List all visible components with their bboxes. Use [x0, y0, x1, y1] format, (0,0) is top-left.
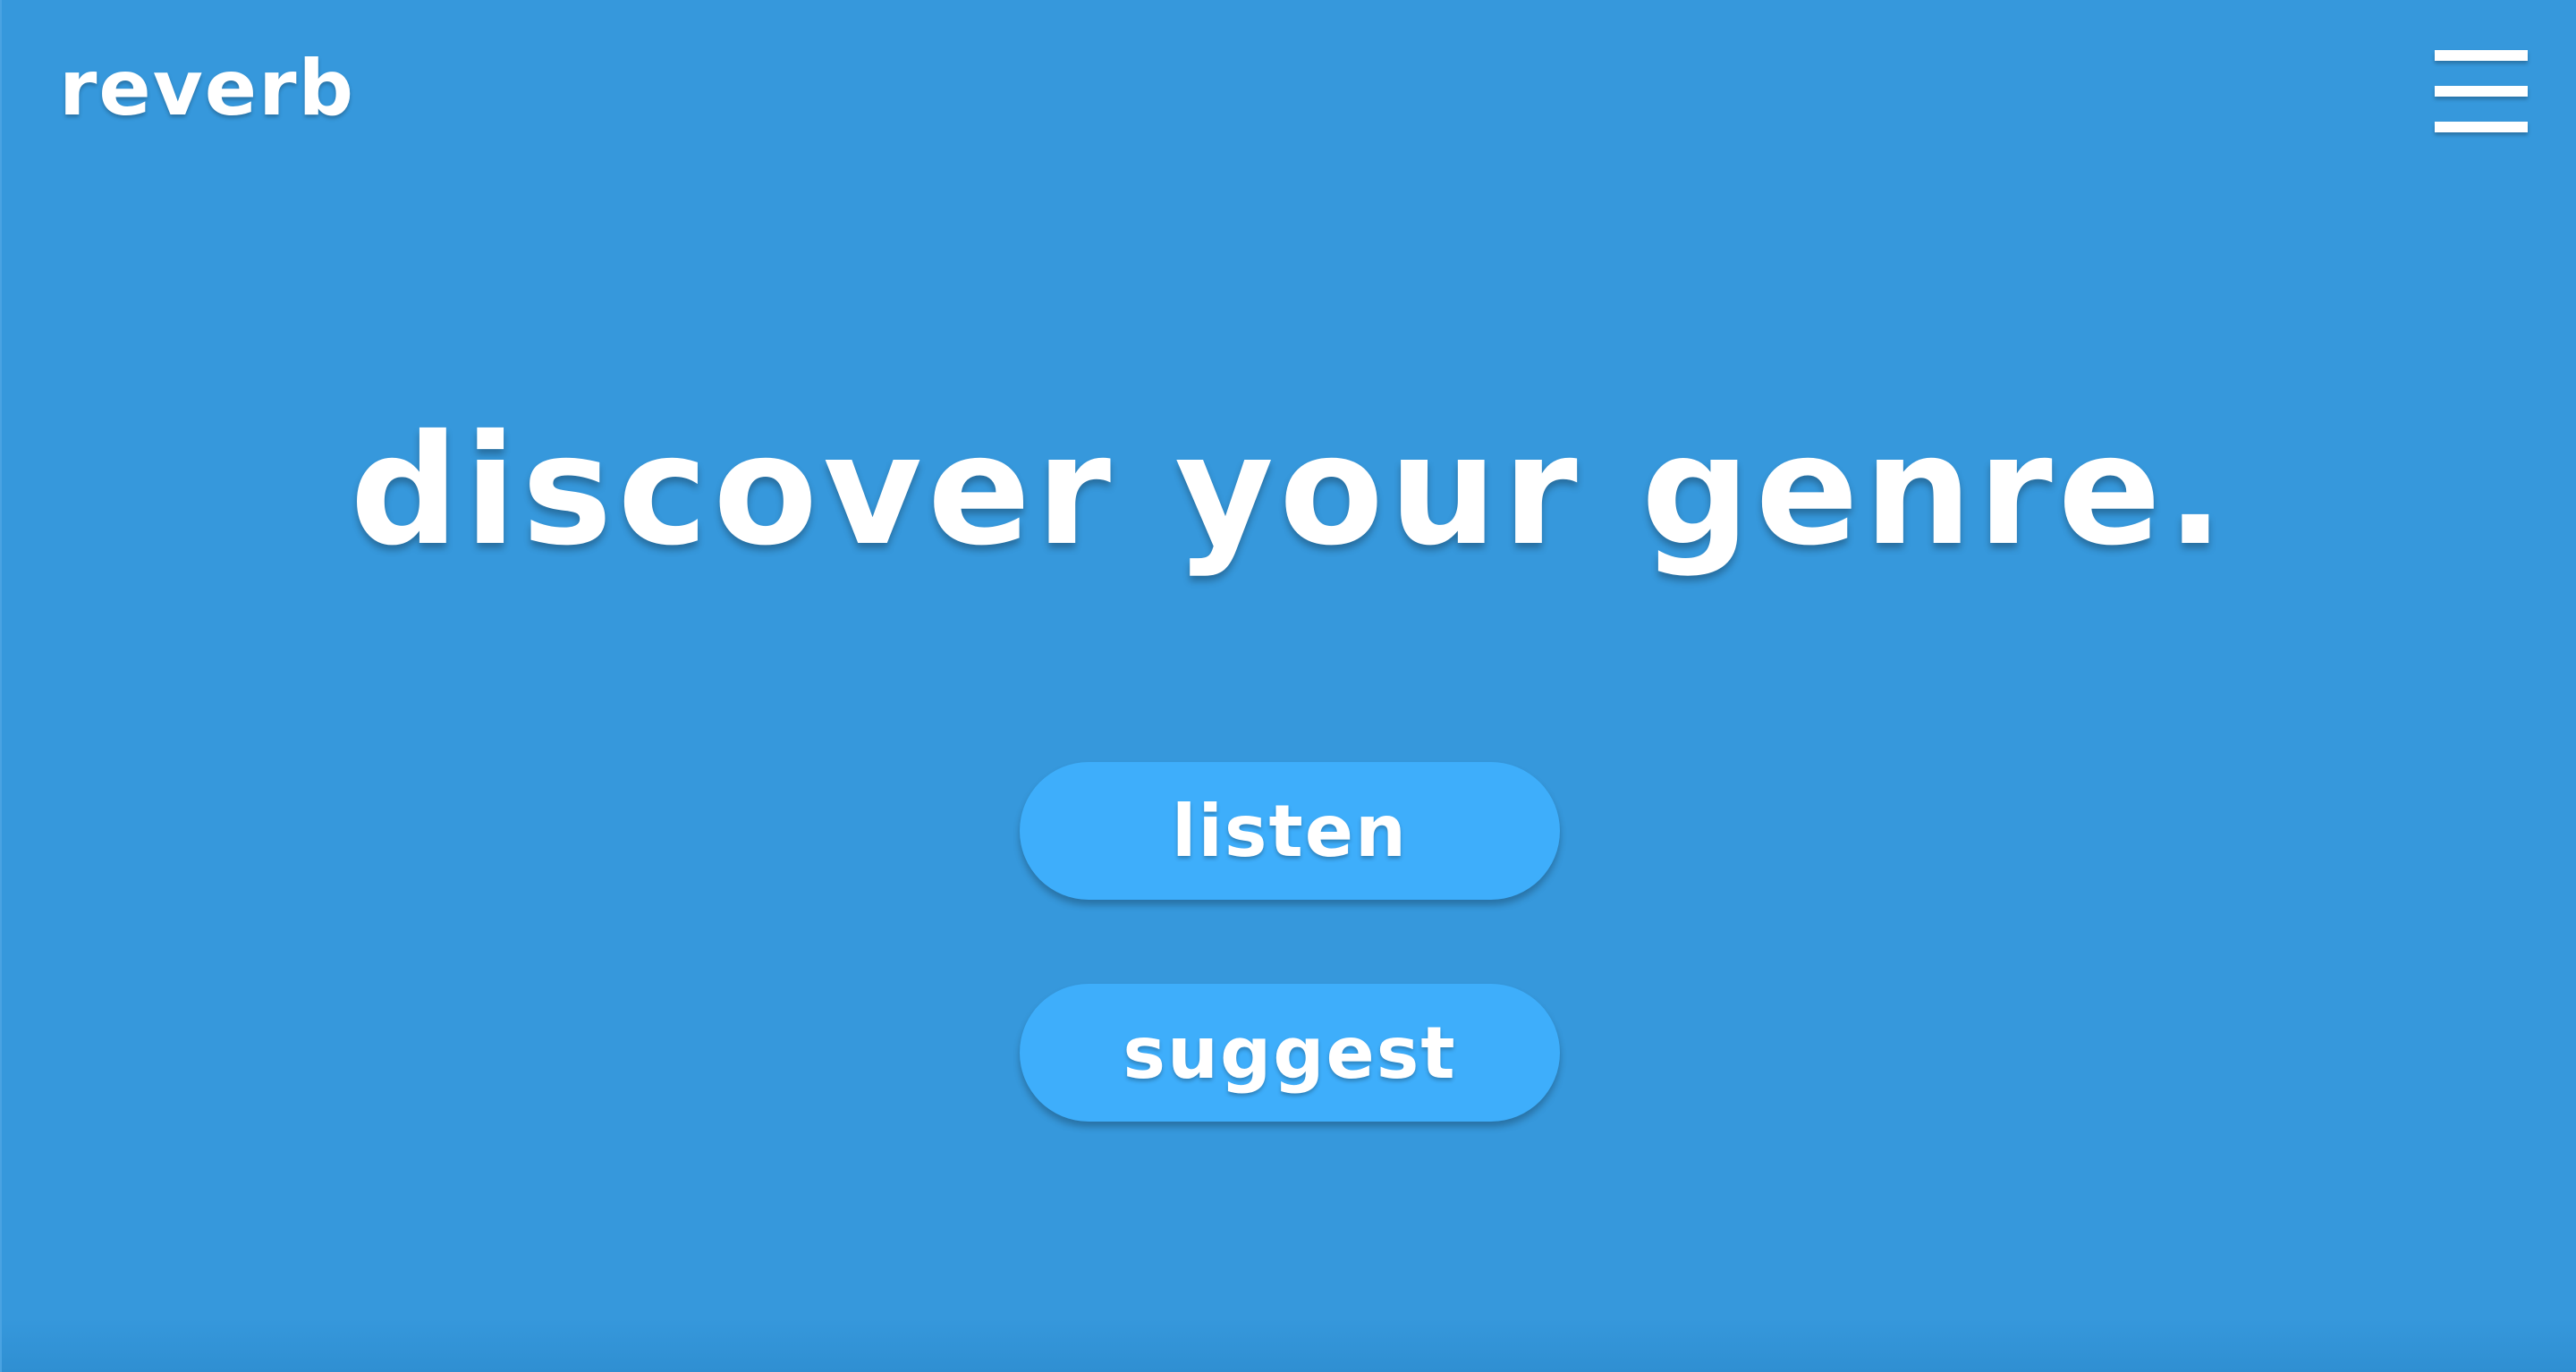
hamburger-menu-icon-bar [2435, 122, 2528, 132]
hamburger-menu-icon [2435, 50, 2528, 61]
reverb-logo[interactable]: reverb [59, 50, 355, 127]
hero-headline: discover your genre. [350, 402, 2230, 580]
hamburger-menu-icon-bar [2435, 86, 2528, 97]
landing-page: reverb discover your genre. listen sugge… [0, 0, 2576, 1372]
suggest-button[interactable]: suggest [1020, 984, 1560, 1122]
menu-button[interactable] [2431, 47, 2531, 140]
listen-button[interactable]: listen [1020, 762, 1560, 900]
